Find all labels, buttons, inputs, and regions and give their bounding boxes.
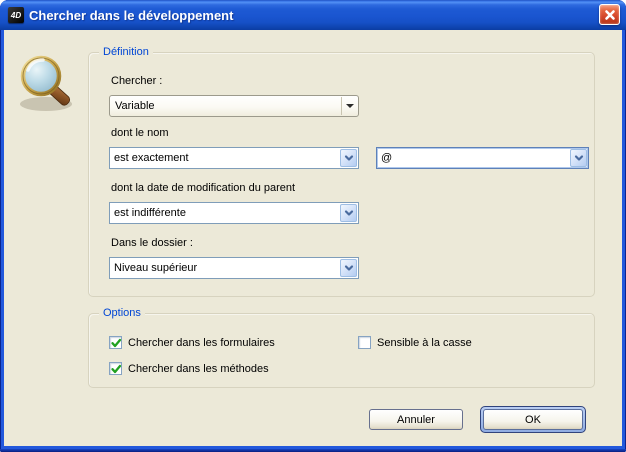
triangle-down-icon[interactable] [341, 97, 358, 115]
cancel-button[interactable]: Annuler [369, 409, 463, 430]
chevron-down-icon[interactable] [570, 149, 587, 167]
nom-value-combo[interactable]: @ [376, 147, 589, 169]
green-checkmark-icon [110, 337, 123, 350]
chercher-label: Chercher : [111, 75, 162, 87]
date-operator-value: est indifférente [114, 207, 186, 219]
chercher-dropdown-value: Variable [115, 100, 155, 112]
chercher-dropdown[interactable]: Variable [109, 95, 359, 117]
window-title: Chercher dans le développement [29, 8, 233, 23]
search-dialog-window: 4D Chercher dans le développement [0, 0, 626, 452]
checkbox-box[interactable] [109, 336, 122, 349]
dossier-combo[interactable]: Niveau supérieur [109, 257, 359, 279]
magnifying-glass-icon [14, 52, 86, 116]
options-groupbox: Options Chercher dans les formulaires Ch… [88, 313, 595, 388]
titlebar[interactable]: 4D Chercher dans le développement [0, 0, 626, 30]
nom-operator-combo[interactable]: est exactement [109, 147, 359, 169]
ok-button-focus-ring[interactable]: OK [480, 406, 586, 433]
checkbox-chercher-formulaires[interactable]: Chercher dans les formulaires [109, 336, 275, 349]
close-button[interactable] [599, 4, 620, 25]
definition-group-label: Définition [99, 45, 153, 60]
checkbox-label: Chercher dans les formulaires [128, 337, 275, 349]
nom-label: dont le nom [111, 127, 168, 139]
options-group-label: Options [99, 306, 145, 321]
checkbox-box[interactable] [109, 362, 122, 375]
dossier-label: Dans le dossier : [111, 237, 193, 249]
checkbox-box[interactable] [358, 336, 371, 349]
checkbox-label: Sensible à la casse [377, 337, 472, 349]
4d-logo-icon[interactable]: 4D [8, 7, 24, 23]
dialog-body: Définition Chercher : Variable dont le n… [4, 30, 622, 446]
chevron-down-icon[interactable] [340, 149, 357, 167]
checkbox-sensible-casse[interactable]: Sensible à la casse [358, 336, 472, 349]
dossier-value: Niveau supérieur [114, 262, 197, 274]
close-icon [603, 8, 617, 22]
ok-button[interactable]: OK [483, 409, 583, 430]
definition-groupbox: Définition Chercher : Variable dont le n… [88, 52, 595, 297]
chevron-down-icon[interactable] [340, 204, 357, 222]
date-operator-combo[interactable]: est indifférente [109, 202, 359, 224]
date-label: dont la date de modification du parent [111, 182, 295, 194]
chevron-down-icon[interactable] [340, 259, 357, 277]
nom-value-text: @ [381, 152, 392, 164]
nom-operator-value: est exactement [114, 152, 189, 164]
checkbox-label: Chercher dans les méthodes [128, 363, 269, 375]
green-checkmark-icon [110, 363, 123, 376]
checkbox-chercher-methodes[interactable]: Chercher dans les méthodes [109, 362, 269, 375]
